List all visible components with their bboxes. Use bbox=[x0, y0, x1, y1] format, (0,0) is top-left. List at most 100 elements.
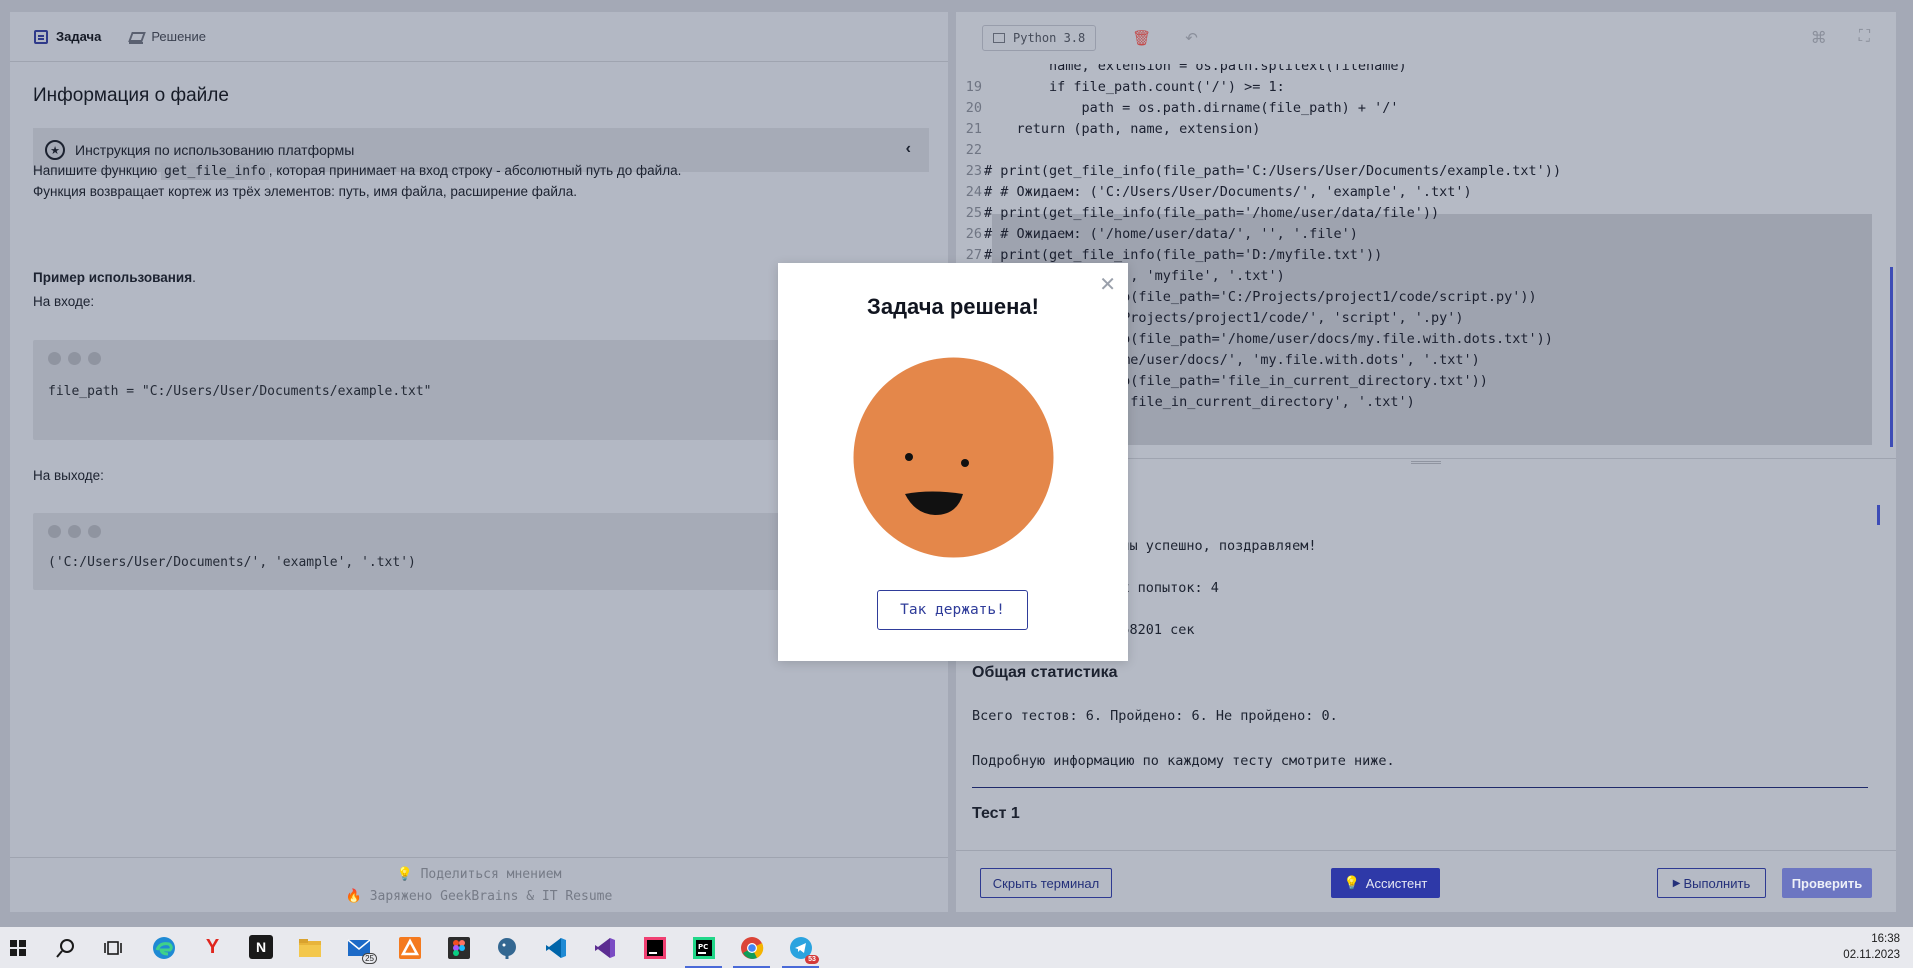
smiley-face-image bbox=[853, 357, 1054, 558]
instruction-label: Инструкция по использованию платформы bbox=[75, 142, 355, 158]
example-heading: Пример использования. bbox=[33, 270, 196, 285]
star-icon: ★ bbox=[45, 140, 65, 160]
editor-actions: ⌘ ⛶ bbox=[1811, 28, 1870, 48]
tab-task[interactable]: Задача bbox=[34, 29, 101, 44]
clock-time: 16:38 bbox=[1871, 933, 1900, 945]
undo-icon[interactable]: ↶ bbox=[1185, 29, 1198, 47]
stats-line: Всего тестов: 6. Пройдено: 6. Не пройден… bbox=[972, 708, 1338, 724]
line-text: return (path, name, extension) bbox=[984, 121, 1261, 137]
telegram-badge: 53 bbox=[805, 955, 819, 964]
notion-icon[interactable]: N bbox=[249, 935, 273, 959]
mail-icon[interactable]: 25 bbox=[346, 935, 377, 964]
code-line[interactable]: 22 bbox=[956, 140, 1876, 161]
code-line[interactable]: name, extension = os.path.splitext(filen… bbox=[956, 64, 1876, 77]
system-clock[interactable]: 16:38 02.11.2023 bbox=[1843, 931, 1900, 963]
fullscreen-icon[interactable]: ⛶ bbox=[1859, 28, 1870, 48]
code-line[interactable]: 20 path = os.path.dirname(file_path) + '… bbox=[956, 98, 1876, 119]
mail-badge: 25 bbox=[362, 953, 377, 964]
left-footer: 💡 Поделиться мнением 🔥 Заряжено GeekBrai… bbox=[10, 857, 948, 912]
line-text: if file_path.count('/') >= 1: bbox=[984, 79, 1285, 95]
hide-terminal-button[interactable]: Скрыть терминал bbox=[980, 868, 1112, 898]
line-number: 26 bbox=[965, 226, 982, 242]
task-description: Напишите функцию get_file_info, которая … bbox=[33, 161, 681, 202]
task-view-icon[interactable] bbox=[100, 935, 125, 960]
language-select[interactable]: Python 3.8 bbox=[982, 25, 1097, 51]
search-icon[interactable] bbox=[53, 935, 78, 960]
line-number: 22 bbox=[965, 142, 982, 158]
task-tabs: Задача Решение bbox=[10, 12, 948, 62]
line-text: # print(get_file_info(file_path='D:/myfi… bbox=[984, 247, 1383, 263]
line-number: 20 bbox=[965, 100, 982, 116]
line-text: # # Ожидаем: ('/home/user/data/', '', '.… bbox=[984, 226, 1358, 242]
page-title: Информация о файле bbox=[33, 85, 229, 106]
graduation-cap-icon bbox=[129, 30, 144, 44]
trash-icon[interactable]: 🗑 bbox=[1132, 29, 1151, 47]
code-line[interactable]: 19 if file_path.count('/') >= 1: bbox=[956, 77, 1876, 98]
lightbulb-icon: 💡 bbox=[1343, 875, 1360, 890]
tab-solution[interactable]: Решение bbox=[129, 29, 206, 44]
input-label: На входе: bbox=[33, 294, 95, 309]
telegram-icon[interactable]: 53 bbox=[782, 935, 819, 968]
test-heading: Тест 1 bbox=[972, 805, 1020, 822]
postgresql-icon[interactable] bbox=[494, 935, 519, 960]
fire-icon: 🔥 bbox=[345, 889, 362, 904]
output-label: На выходе: bbox=[33, 468, 104, 483]
visual-studio-icon[interactable] bbox=[592, 935, 617, 960]
function-name: get_file_info bbox=[161, 163, 269, 180]
powered-by: 🔥 Заряжено GeekBrains & IT Resume bbox=[345, 889, 613, 904]
chevron-left-icon[interactable]: ‹ bbox=[906, 140, 911, 158]
svg-text:PC: PC bbox=[698, 943, 708, 951]
play-icon: ▶ bbox=[1672, 877, 1681, 889]
line-number: 19 bbox=[965, 79, 982, 95]
divider bbox=[972, 787, 1868, 788]
clock-date: 02.11.2023 bbox=[1843, 949, 1900, 961]
keep-going-button[interactable]: Так держать! bbox=[877, 590, 1028, 630]
language-label: Python 3.8 bbox=[1013, 31, 1086, 45]
code-line[interactable]: 23 # print(get_file_info(file_path='C:/Us… bbox=[956, 161, 1876, 182]
code-line[interactable]: 24 # # Ожидаем: ('C:/Users/User/Documents… bbox=[956, 182, 1876, 203]
editor-toolbar: Python 3.8 🗑 ↶ ⌘ ⛶ bbox=[956, 12, 1896, 64]
line-text: # # Ожидаем: ('C:/Users/User/Documents/'… bbox=[984, 184, 1472, 200]
lightbulb-icon: 💡 bbox=[396, 867, 413, 882]
yandex-browser-icon[interactable]: Y bbox=[200, 935, 225, 960]
edge-browser-icon[interactable] bbox=[151, 935, 176, 960]
desc-text-2: , которая принимает на вход строку - абс… bbox=[268, 163, 682, 178]
office-app-icon[interactable] bbox=[397, 935, 422, 960]
code-line[interactable]: 26 # # Ожидаем: ('/home/user/data/', '', … bbox=[956, 224, 1876, 245]
check-button[interactable]: Проверить bbox=[1782, 868, 1872, 898]
line-text: # print(get_file_info(file_path='C:/User… bbox=[984, 163, 1562, 179]
feedback-link[interactable]: 💡 Поделиться мнением bbox=[10, 864, 948, 886]
line-text: name, extension = os.path.splitext(filen… bbox=[984, 64, 1407, 74]
pycharm-icon[interactable]: PC bbox=[685, 935, 722, 968]
input-code: file_path = "C:/Users/User/Documents/exa… bbox=[48, 384, 432, 399]
editor-scrollbar[interactable] bbox=[1890, 267, 1893, 447]
shortcuts-icon[interactable]: ⌘ bbox=[1811, 28, 1827, 48]
figma-icon[interactable] bbox=[446, 935, 471, 960]
desc-line-2: Функция возвращает кортеж из трёх элемен… bbox=[33, 184, 578, 199]
jetbrains-icon[interactable] bbox=[642, 935, 667, 960]
assistant-button[interactable]: 💡 Ассистент bbox=[1331, 868, 1440, 898]
window-icon bbox=[993, 33, 1005, 43]
file-explorer-icon[interactable] bbox=[297, 935, 322, 960]
tab-task-label: Задача bbox=[56, 29, 102, 44]
output-code: ('C:/Users/User/Documents/', 'example', … bbox=[48, 555, 416, 570]
code-line[interactable]: 25 # print(get_file_info(file_path='/home… bbox=[956, 203, 1876, 224]
window-dots bbox=[48, 352, 101, 365]
line-number: 23 bbox=[965, 163, 982, 179]
modal-title: Задача решена! bbox=[867, 294, 1039, 319]
stats-heading: Общая статистика bbox=[972, 664, 1118, 681]
line-number: 25 bbox=[965, 205, 982, 221]
chrome-icon[interactable] bbox=[733, 935, 770, 968]
terminal-scrollbar[interactable] bbox=[1877, 505, 1880, 525]
line-number: 21 bbox=[965, 121, 982, 137]
code-line[interactable]: 21 return (path, name, extension) bbox=[956, 119, 1876, 140]
line-number: 24 bbox=[965, 184, 982, 200]
vscode-icon[interactable] bbox=[543, 935, 568, 960]
windows-start-icon[interactable] bbox=[5, 935, 30, 960]
run-button[interactable]: ▶ Выполнить bbox=[1657, 868, 1766, 898]
success-modal: ✕ Задача решена! Так держать! bbox=[778, 263, 1128, 661]
terminal-success: йдены успешно, поздравляем! bbox=[1097, 538, 1317, 554]
line-text: # print(get_file_info(file_path='/home/u… bbox=[984, 205, 1440, 221]
taskbar: Y N 25 PC 53 16:38 02.11.2023 bbox=[0, 927, 1913, 968]
line-text: path = os.path.dirname(file_path) + '/' bbox=[984, 100, 1399, 116]
